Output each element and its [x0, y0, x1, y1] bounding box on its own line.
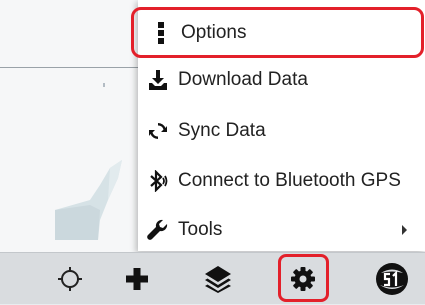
bottom-toolbar	[0, 252, 425, 304]
menu-item-options[interactable]: Options	[131, 7, 424, 58]
gps-location-button[interactable]	[44, 253, 96, 305]
submenu-arrow-icon	[402, 225, 407, 235]
menu-item-label: Connect to Bluetooth GPS	[178, 170, 401, 191]
layers-icon	[205, 266, 231, 293]
menu-item-sync-data[interactable]: Sync Data	[138, 106, 425, 156]
menu-item-label: Tools	[178, 219, 223, 240]
add-button[interactable]	[111, 253, 163, 305]
menu-item-label: Options	[181, 21, 247, 43]
vertical-dots-icon	[141, 21, 181, 45]
menu-item-label: Download Data	[178, 69, 308, 90]
sync-icon	[138, 121, 178, 141]
menu-item-tools[interactable]: Tools	[138, 205, 425, 255]
brand-logo-icon	[376, 263, 408, 295]
menu-item-connect-bluetooth-gps[interactable]: Connect to Bluetooth GPS	[138, 156, 425, 206]
menu-item-label: Sync Data	[178, 120, 266, 141]
overflow-menu: Options Download Data Sync Data Connect …	[131, 0, 425, 251]
app-brand-button[interactable]	[366, 253, 418, 305]
bluetooth-icon	[138, 170, 178, 192]
layers-button[interactable]	[192, 253, 244, 305]
settings-highlight-box	[278, 254, 329, 302]
menu-item-download-data[interactable]: Download Data	[138, 55, 425, 105]
gps-target-icon	[58, 267, 82, 291]
download-icon	[138, 69, 178, 91]
add-icon	[126, 268, 148, 290]
wrench-icon	[138, 219, 178, 241]
map-shoreline	[55, 160, 122, 240]
